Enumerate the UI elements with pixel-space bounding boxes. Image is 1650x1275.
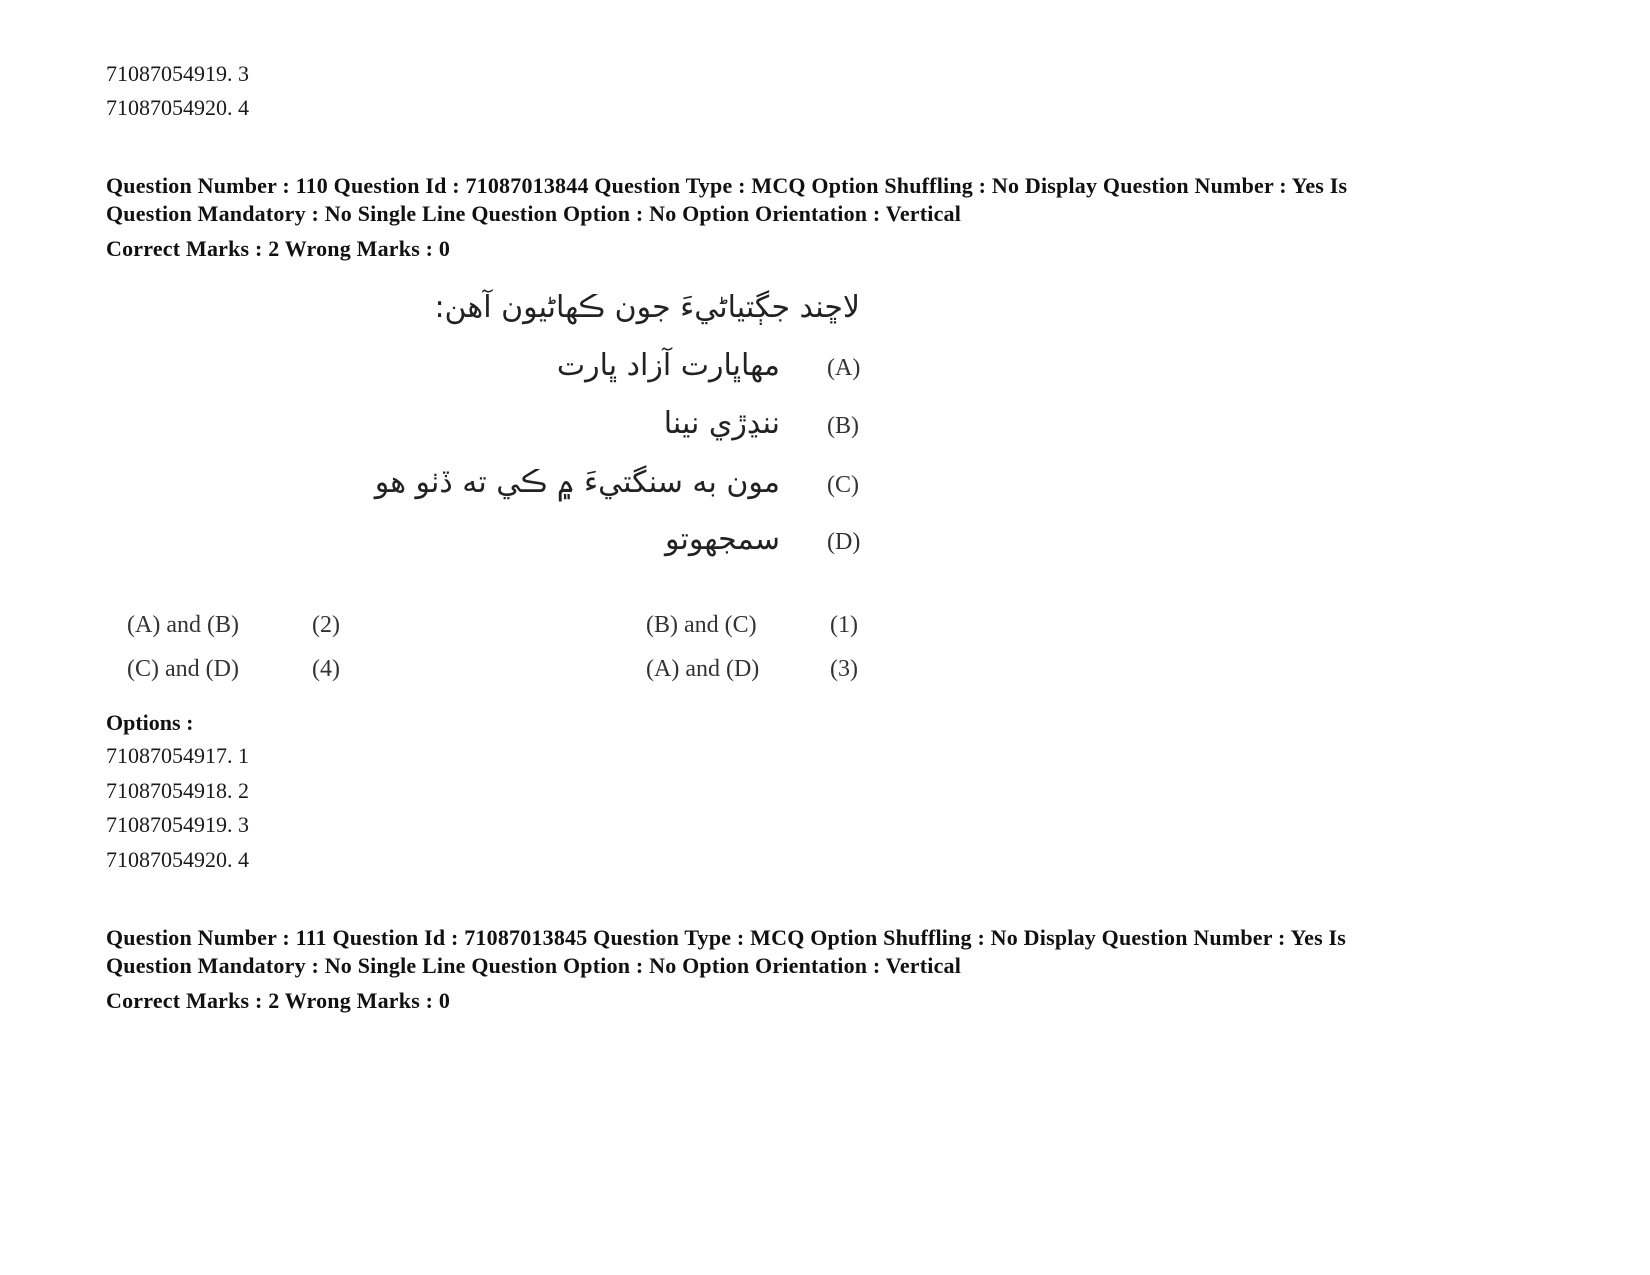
prev-option-4: 71087054920. 4: [106, 95, 249, 120]
q110-option-2: 71087054918. 2: [106, 778, 249, 803]
q110-option-1: 71087054917. 1: [106, 743, 249, 768]
q111-meta-line-1: Question Number : 111 Question Id : 7108…: [106, 925, 1347, 950]
q110-choice-cd: (C) and (D): [127, 656, 239, 682]
q110-choice-ad: (A) and (D): [646, 656, 760, 682]
q111-marks: Correct Marks : 2 Wrong Marks : 0: [106, 988, 451, 1013]
q110-choice-cd-num: (4): [312, 656, 340, 682]
q110-item-c-label: (C): [827, 472, 859, 498]
q110-choice-bc-num: (1): [830, 612, 858, 638]
q111-meta-line-2: Question Mandatory : No Single Line Ques…: [106, 953, 962, 978]
q110-meta-line-1: Question Number : 110 Question Id : 7108…: [106, 173, 1348, 198]
q110-item-a-label: (A): [827, 355, 861, 381]
prev-option-3: 71087054919. 3: [106, 61, 249, 86]
q110-option-4: 71087054920. 4: [106, 847, 249, 872]
q110-choice-ab-num: (2): [312, 612, 340, 638]
q110-marks: Correct Marks : 2 Wrong Marks : 0: [106, 236, 451, 261]
q110-choice-bc: (B) and (C): [646, 612, 757, 638]
q110-choice-ab: (A) and (B): [127, 612, 239, 638]
q110-option-3: 71087054919. 3: [106, 812, 249, 837]
q110-item-b-label: (B): [827, 413, 859, 439]
q110-item-a-text: مهاڀارت آزاد ڀارت: [556, 348, 780, 383]
q110-item-b-text: ننڍڙي نينا: [663, 406, 780, 441]
q110-meta-line-2: Question Mandatory : No Single Line Ques…: [106, 201, 962, 226]
q110-choice-ad-num: (3): [830, 656, 858, 682]
q110-item-d-text: سمجهوتو: [664, 522, 780, 557]
q110-prompt: لاڇند جڳتياڻيءَ جون ڪهاڻيون آهن:: [434, 290, 860, 325]
q110-item-d-label: (D): [827, 529, 861, 555]
q110-options-heading: Options :: [106, 710, 194, 735]
q110-item-c-text: مون به سنگتيءَ ۾ ڪي ته ڏٺو هو: [374, 465, 780, 500]
